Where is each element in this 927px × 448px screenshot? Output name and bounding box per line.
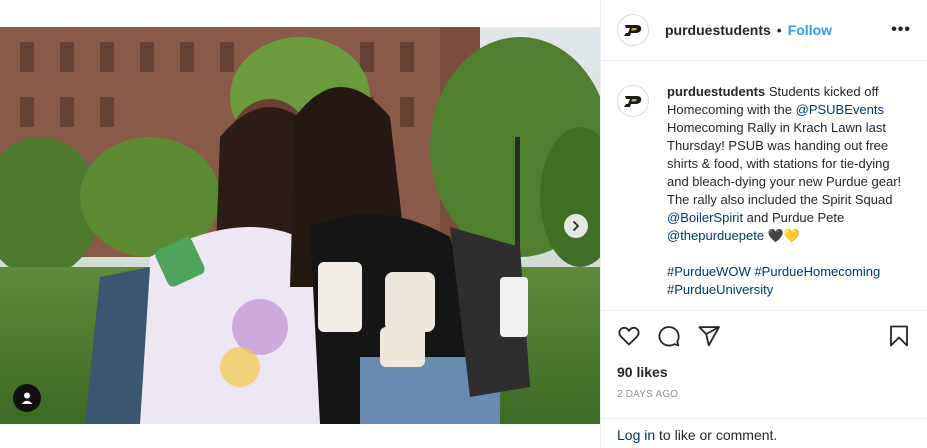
more-options-button[interactable]: ••• xyxy=(891,21,911,39)
post-username[interactable]: purduestudents xyxy=(665,22,771,38)
login-link[interactable]: Log in xyxy=(617,427,655,443)
action-bar xyxy=(601,311,927,361)
caption-text: Homecoming Rally in Krach Lawn last Thur… xyxy=(667,120,902,207)
mention-link[interactable]: @BoilerSpirit xyxy=(667,210,743,225)
purdue-logo-icon xyxy=(624,96,642,107)
photo-bottom-margin xyxy=(0,424,600,448)
tagged-users-button[interactable] xyxy=(13,384,41,412)
post-header: purduestudents • Follow ••• xyxy=(601,0,927,61)
heart-emojis: 🖤💛 xyxy=(764,228,801,243)
follow-button[interactable]: Follow xyxy=(788,22,832,38)
mention-link[interactable]: @PSUBEvents xyxy=(796,102,884,117)
caption-username[interactable]: purduestudents xyxy=(667,84,765,99)
profile-avatar[interactable] xyxy=(617,14,649,46)
post-date[interactable]: 2 DAYS AGO xyxy=(601,389,927,400)
caption-section: purduestudents Students kicked off Homec… xyxy=(601,61,927,311)
post-side-panel: purduestudents • Follow ••• purduestuden… xyxy=(600,0,927,448)
hashtag-link[interactable]: #PurdueHomecoming xyxy=(754,264,880,279)
photo-image xyxy=(0,27,600,424)
login-prompt-text: to like or comment. xyxy=(655,427,778,443)
mention-link[interactable]: @thepurduepete xyxy=(667,228,764,243)
chevron-right-icon xyxy=(573,221,579,231)
heart-icon[interactable] xyxy=(617,324,641,348)
hashtag-link[interactable]: #PurdueUniversity xyxy=(667,282,773,297)
post-caption: purduestudents Students kicked off Homec… xyxy=(667,83,911,310)
share-icon[interactable] xyxy=(697,324,721,348)
hashtag-link[interactable]: #PurdueWOW xyxy=(667,264,751,279)
likes-count[interactable]: 90 likes xyxy=(601,361,927,383)
bookmark-icon[interactable] xyxy=(887,324,911,348)
caption-text: and Purdue Pete xyxy=(743,210,845,225)
caption-avatar[interactable] xyxy=(617,85,649,117)
comment-icon[interactable] xyxy=(657,324,681,348)
header-separator: • xyxy=(776,22,782,38)
post-photo[interactable] xyxy=(0,0,600,448)
purdue-logo-icon xyxy=(624,25,642,36)
user-tag-icon xyxy=(21,392,33,404)
next-photo-button[interactable] xyxy=(564,214,588,238)
photo-top-margin xyxy=(0,0,600,27)
login-prompt: Log in to like or comment. xyxy=(601,418,927,448)
